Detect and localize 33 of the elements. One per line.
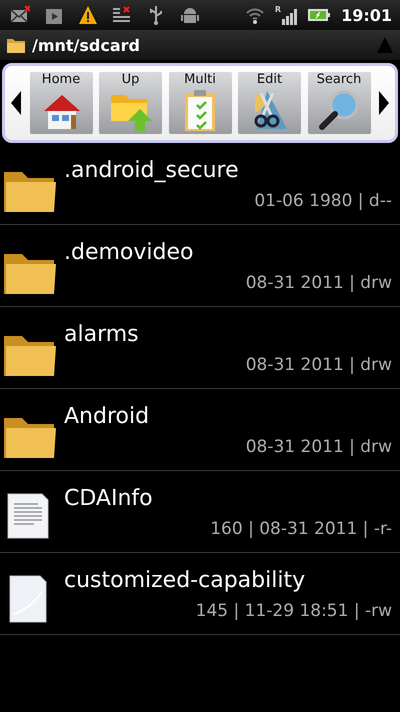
file-details: 160 | 08-31 2011 | -r-: [209, 518, 392, 538]
left-arrow-icon: [10, 90, 22, 116]
file-row[interactable]: alarms 08-31 2011 | drw: [0, 307, 400, 389]
file-name: .android_secure: [64, 156, 240, 184]
file-name: alarms: [64, 320, 140, 348]
file-name: CDAInfo: [64, 484, 154, 512]
file-details: 08-31 2011 | drw: [244, 436, 392, 456]
warning-icon: [78, 5, 98, 25]
android-icon: [180, 5, 200, 25]
file-row[interactable]: Android 08-31 2011 | drw: [0, 389, 400, 471]
path-text: /mnt/sdcard: [32, 36, 141, 54]
file-details: 08-31 2011 | drw: [244, 354, 392, 374]
file-row[interactable]: customized-capability 145 | 11-29 18:51 | -rw: [0, 553, 400, 635]
toolbar-button[interactable]: Search: [308, 72, 370, 134]
file-name: Android: [64, 402, 150, 430]
mail-error-icon: [10, 5, 30, 25]
folder-icon: [6, 36, 26, 54]
file-details: 145 | 11-29 18:51 | -rw: [194, 600, 392, 620]
list-error-icon: [112, 5, 132, 25]
clock: 19:01: [341, 6, 392, 24]
up-arrow-icon: [376, 36, 394, 54]
toolbar-button[interactable]: Edit: [238, 72, 301, 134]
file-details: 01-06 1980 | d--: [253, 190, 392, 210]
file-row[interactable]: CDAInfo 160 | 08-31 2011 | -r-: [0, 471, 400, 553]
toolbar-button[interactable]: Home: [30, 72, 92, 134]
file-row[interactable]: .demovideo 08-31 2011 | drw: [0, 225, 400, 307]
file-name: .demovideo: [64, 238, 194, 266]
toolbar-button[interactable]: Up: [99, 72, 162, 134]
file-name: customized-capability: [64, 566, 306, 594]
right-arrow-icon: [378, 90, 390, 116]
toolbar-button[interactable]: Multi: [168, 72, 232, 134]
file-details: 08-31 2011 | drw: [244, 272, 392, 292]
file-row[interactable]: .android_secure 01-06 1980 | d--: [0, 143, 400, 225]
